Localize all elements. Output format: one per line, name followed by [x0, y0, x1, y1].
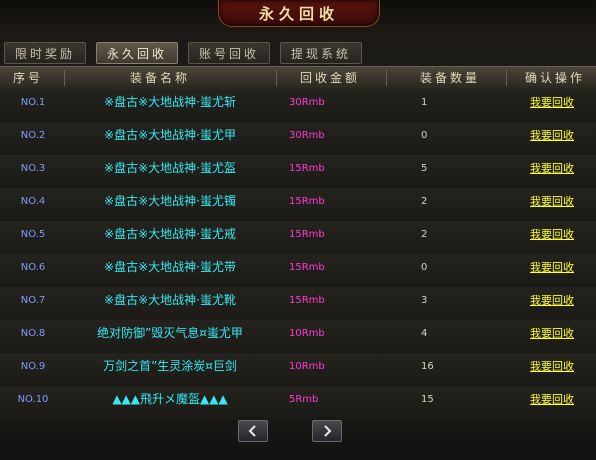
- item-name: 万剑之首”生灵涂炭¤巨剑: [103, 359, 237, 373]
- row-number: NO.8: [20, 328, 46, 339]
- table-row: NO.7 ※盘古※大地战神·蚩尤靴 15Rmb 3 我要回收: [0, 287, 596, 321]
- row-number: NO.1: [20, 97, 46, 108]
- column-header-price: 回收金额: [299, 71, 360, 85]
- recycle-link[interactable]: 我要回收: [520, 188, 584, 221]
- recycle-link[interactable]: 我要回收: [520, 320, 584, 353]
- column-header-name: 装备名称: [129, 71, 190, 85]
- item-name: ※盘古※大地战神·蚩尤戒: [104, 227, 236, 241]
- item-name: ※盘古※大地战神·蚩尤盔: [104, 161, 236, 175]
- row-number: NO.9: [20, 361, 46, 372]
- column-header-no: 序号: [12, 71, 43, 85]
- item-name: ▲▲▲飛升メ魔盔▲▲▲: [112, 392, 228, 406]
- recycle-price: 15Rmb: [289, 229, 325, 240]
- table-row: NO.4 ※盘古※大地战神·蚩尤镯 15Rmb 2 我要回收: [0, 188, 596, 222]
- item-quantity: 2: [421, 229, 428, 240]
- recycle-price: 15Rmb: [289, 196, 325, 207]
- prev-page-button[interactable]: [238, 420, 268, 442]
- recycle-link[interactable]: 我要回收: [520, 254, 584, 287]
- row-number: NO.7: [20, 295, 46, 306]
- item-quantity: 1: [421, 97, 428, 108]
- item-name: ※盘古※大地战神·蚩尤镯: [104, 194, 236, 208]
- column-divider: [386, 70, 387, 86]
- row-number: NO.10: [17, 394, 49, 405]
- item-quantity: 3: [421, 295, 428, 306]
- recycle-link[interactable]: 我要回收: [520, 353, 584, 386]
- item-quantity: 15: [421, 394, 434, 405]
- item-quantity: 0: [421, 262, 428, 273]
- table-row: NO.1 ※盘古※大地战神·蚩尤斩 30Rmb 1 我要回收: [0, 89, 596, 123]
- table-row: NO.3 ※盘古※大地战神·蚩尤盔 15Rmb 5 我要回收: [0, 155, 596, 189]
- item-name: ※盘古※大地战神·蚩尤带: [104, 260, 236, 274]
- row-number: NO.6: [20, 262, 46, 273]
- table-row: NO.2 ※盘古※大地战神·蚩尤甲 30Rmb 0 我要回收: [0, 122, 596, 156]
- item-name: ※盘古※大地战神·蚩尤甲: [104, 128, 236, 142]
- row-number: NO.5: [20, 229, 46, 240]
- item-quantity: 4: [421, 328, 428, 339]
- column-header-action: 确认操作: [524, 71, 585, 85]
- row-number: NO.4: [20, 196, 46, 207]
- recycle-price: 10Rmb: [289, 328, 325, 339]
- tab-withdraw-system[interactable]: 提现系统: [280, 42, 363, 64]
- pager-bar: [0, 418, 596, 460]
- item-name: ※盘古※大地战神·蚩尤靴: [104, 293, 236, 307]
- column-divider: [64, 70, 65, 86]
- chevron-left-icon: [248, 425, 256, 437]
- recycle-price: 15Rmb: [289, 295, 325, 306]
- recycle-link[interactable]: 我要回收: [520, 287, 584, 320]
- tab-bar: 限时奖励 永久回收 账号回收 提现系统: [4, 42, 363, 64]
- item-quantity: 16: [421, 361, 434, 372]
- table-row: NO.9 万剑之首”生灵涂炭¤巨剑 10Rmb 16 我要回收: [0, 353, 596, 387]
- recycle-link[interactable]: 我要回收: [520, 386, 584, 419]
- recycle-link[interactable]: 我要回收: [520, 221, 584, 254]
- recycle-price: 10Rmb: [289, 361, 325, 372]
- table-row: NO.8 绝对防御”毁灭气息¤蚩尤甲 10Rmb 4 我要回收: [0, 320, 596, 354]
- recycle-link[interactable]: 我要回收: [520, 122, 584, 155]
- tab-account-recycle[interactable]: 账号回收: [188, 42, 271, 64]
- item-name: 绝对防御”毁灭气息¤蚩尤甲: [97, 326, 243, 340]
- row-number: NO.3: [20, 163, 46, 174]
- column-header-qty: 装备数量: [419, 71, 480, 85]
- item-quantity: 0: [421, 130, 428, 141]
- row-number: NO.2: [20, 130, 46, 141]
- tab-permanent-recycle[interactable]: 永久回收: [96, 42, 179, 64]
- window-title-plate: 永久回收: [218, 0, 380, 27]
- window-title: 永久回收: [258, 4, 339, 23]
- item-name: ※盘古※大地战神·蚩尤斩: [104, 95, 236, 109]
- recycle-price: 15Rmb: [289, 163, 325, 174]
- next-page-button[interactable]: [312, 420, 342, 442]
- chevron-right-icon: [324, 425, 332, 437]
- recycle-link[interactable]: 我要回收: [520, 155, 584, 188]
- recycle-link[interactable]: 我要回收: [520, 89, 584, 122]
- recycle-price: 30Rmb: [289, 97, 325, 108]
- column-divider: [276, 70, 277, 86]
- recycle-price: 5Rmb: [289, 394, 319, 405]
- table-row: NO.5 ※盘古※大地战神·蚩尤戒 15Rmb 2 我要回收: [0, 221, 596, 255]
- tab-limited-reward[interactable]: 限时奖励: [4, 42, 87, 64]
- recycle-price: 30Rmb: [289, 130, 325, 141]
- table-row: NO.6 ※盘古※大地战神·蚩尤带 15Rmb 0 我要回收: [0, 254, 596, 288]
- item-quantity: 2: [421, 196, 428, 207]
- item-quantity: 5: [421, 163, 428, 174]
- recycle-price: 15Rmb: [289, 262, 325, 273]
- table-row: NO.10 ▲▲▲飛升メ魔盔▲▲▲ 5Rmb 15 我要回收: [0, 386, 596, 420]
- column-divider: [506, 70, 507, 86]
- table-header: 序号 装备名称 回收金额 装备数量 确认操作: [0, 66, 596, 90]
